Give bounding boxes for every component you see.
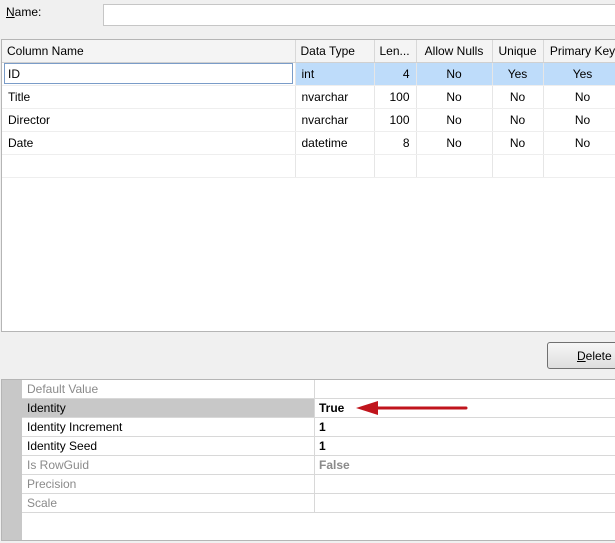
allow-nulls-cell[interactable]: No (416, 131, 493, 155)
new-row[interactable] (2, 154, 615, 178)
primary-key-cell[interactable]: No (543, 85, 615, 109)
table-row[interactable]: Director nvarchar 100 No No No (2, 108, 615, 132)
property-value[interactable] (315, 475, 319, 493)
primary-key-cell[interactable]: Yes (543, 62, 615, 86)
length-cell[interactable]: 100 (374, 108, 417, 132)
new-row-cell[interactable] (374, 154, 417, 178)
length-cell[interactable]: 8 (374, 131, 417, 155)
property-value[interactable] (315, 380, 319, 398)
property-value[interactable]: False (315, 456, 350, 474)
columns-header-row: Column Name Data Type Len... Allow Nulls… (2, 40, 615, 63)
name-input[interactable] (103, 4, 615, 26)
new-row-cell[interactable] (492, 154, 544, 178)
table-row[interactable]: int 4 No Yes Yes (2, 62, 615, 86)
properties-gutter (2, 380, 22, 540)
header-unique[interactable]: Unique (492, 40, 544, 63)
property-name: Identity Increment (22, 418, 315, 436)
header-column-name[interactable]: Column Name (2, 40, 296, 63)
property-row-scale[interactable]: Scale (22, 494, 615, 513)
property-name: Identity (22, 399, 315, 417)
length-cell[interactable]: 4 (374, 62, 417, 86)
unique-cell[interactable]: No (492, 108, 544, 132)
primary-key-cell[interactable]: No (543, 108, 615, 132)
data-type-cell[interactable]: int (295, 62, 375, 86)
allow-nulls-cell[interactable]: No (416, 108, 493, 132)
column-properties-grid: Default Value Identity True Identity Inc… (1, 379, 615, 541)
unique-cell[interactable]: No (492, 85, 544, 109)
unique-cell[interactable]: No (492, 131, 544, 155)
property-value[interactable]: 1 (315, 418, 326, 436)
unique-cell[interactable]: Yes (492, 62, 544, 86)
column-name-cell[interactable] (2, 62, 296, 86)
table-row[interactable]: Date datetime 8 No No No (2, 131, 615, 155)
property-name: Scale (22, 494, 315, 512)
property-name: Is RowGuid (22, 456, 315, 474)
data-type-cell[interactable]: datetime (295, 131, 375, 155)
length-cell[interactable]: 100 (374, 85, 417, 109)
header-allow-nulls[interactable]: Allow Nulls (416, 40, 493, 63)
data-type-cell[interactable]: nvarchar (295, 108, 375, 132)
property-row-identity-seed[interactable]: Identity Seed 1 (22, 437, 615, 456)
name-label: Name: (6, 5, 42, 19)
data-type-cell[interactable]: nvarchar (295, 85, 375, 109)
property-row-identity[interactable]: Identity True (22, 399, 615, 418)
property-row-precision[interactable]: Precision (22, 475, 615, 494)
column-name-cell[interactable]: Title (2, 85, 296, 109)
property-row-identity-increment[interactable]: Identity Increment 1 (22, 418, 615, 437)
property-name: Default Value (22, 380, 315, 398)
allow-nulls-cell[interactable]: No (416, 62, 493, 86)
property-value[interactable]: 1 (315, 437, 326, 455)
column-name-cell[interactable]: Date (2, 131, 296, 155)
annotation-arrow-icon (356, 401, 468, 415)
header-length[interactable]: Len... (374, 40, 417, 63)
allow-nulls-cell[interactable]: No (416, 85, 493, 109)
header-primary-key[interactable]: Primary Key (543, 40, 615, 63)
new-row-cell[interactable] (543, 154, 615, 178)
property-name: Precision (22, 475, 315, 493)
new-row-cell[interactable] (2, 154, 296, 178)
column-name-cell[interactable]: Director (2, 108, 296, 132)
new-row-cell[interactable] (295, 154, 375, 178)
new-row-cell[interactable] (416, 154, 493, 178)
primary-key-cell[interactable]: No (543, 131, 615, 155)
property-value[interactable] (315, 494, 319, 512)
property-row-is-rowguid[interactable]: Is RowGuid False (22, 456, 615, 475)
header-data-type[interactable]: Data Type (295, 40, 375, 63)
property-name: Identity Seed (22, 437, 315, 455)
property-value[interactable]: True (315, 399, 344, 417)
columns-grid: Column Name Data Type Len... Allow Nulls… (1, 39, 615, 332)
delete-button[interactable]: Delete (547, 342, 615, 369)
column-name-editor[interactable] (4, 63, 293, 84)
property-row-default-value[interactable]: Default Value (22, 380, 615, 399)
table-row[interactable]: Title nvarchar 100 No No No (2, 85, 615, 109)
